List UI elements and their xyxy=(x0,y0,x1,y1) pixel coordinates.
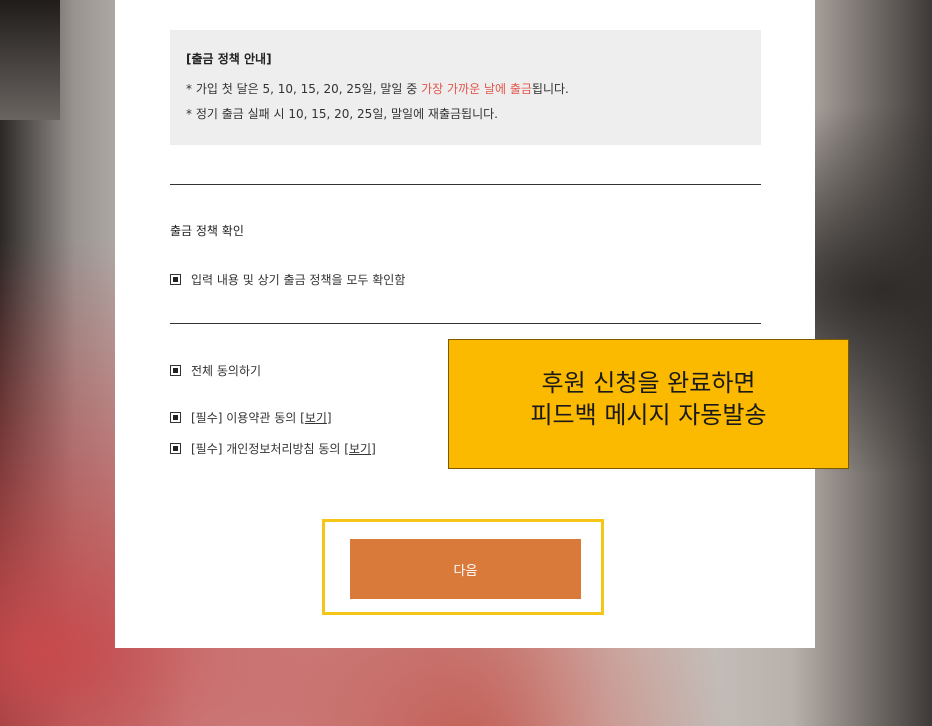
privacy-checkbox[interactable] xyxy=(170,443,181,454)
divider xyxy=(170,184,761,185)
privacy-label-prefix: [필수] 개인정보처리방침 동의 [ xyxy=(191,442,349,456)
callout-line-2: 피드백 메시지 자동발송 xyxy=(530,401,767,429)
callout-box: 후원 신청을 완료하면 피드백 메시지 자동발송 xyxy=(448,339,849,469)
privacy-view-link[interactable]: 보기 xyxy=(349,442,371,456)
privacy-checkbox-row[interactable]: [필수] 개인정보처리방침 동의 [보기] xyxy=(170,440,376,457)
privacy-label-suffix: ] xyxy=(371,442,376,456)
agree-all-label: 전체 동의하기 xyxy=(191,364,262,378)
privacy-label: [필수] 개인정보처리방침 동의 [보기] xyxy=(191,440,376,457)
policy-line-1: * 가입 첫 달은 5, 10, 15, 20, 25일, 말일 중 가장 가까… xyxy=(186,80,569,97)
agree-all-checkbox-row[interactable]: 전체 동의하기 xyxy=(170,362,261,379)
terms-label-prefix: [필수] 이용약관 동의 [ xyxy=(191,411,305,425)
confirm-policy-checkbox-row[interactable]: 입력 내용 및 상기 출금 정책을 모두 확인함 xyxy=(170,271,405,288)
withdrawal-policy-box: [출금 정책 안내] * 가입 첫 달은 5, 10, 15, 20, 25일,… xyxy=(170,30,761,145)
policy-line-2: * 정기 출금 실패 시 10, 15, 20, 25일, 말일에 재출금됩니다… xyxy=(186,107,498,121)
callout-text: 후원 신청을 완료하면 피드백 메시지 자동발송 xyxy=(449,367,848,431)
policy-line-1-prefix: * 가입 첫 달은 5, 10, 15, 20, 25일, 말일 중 xyxy=(186,82,422,96)
policy-line-1-suffix: 됩니다. xyxy=(531,82,569,96)
agree-all-checkbox[interactable] xyxy=(170,365,181,376)
next-button[interactable]: 다음 xyxy=(350,539,581,599)
confirm-section-title: 출금 정책 확인 xyxy=(170,224,244,238)
policy-highlight: 가장 가까운 날에 출금 xyxy=(421,82,532,96)
callout-line-1: 후원 신청을 완료하면 xyxy=(541,369,756,397)
background-blur xyxy=(0,0,60,120)
terms-view-link[interactable]: 보기 xyxy=(305,411,327,425)
confirm-policy-checkbox[interactable] xyxy=(170,274,181,285)
terms-label: [필수] 이용약관 동의 [보기] xyxy=(191,409,332,426)
confirm-policy-label: 입력 내용 및 상기 출금 정책을 모두 확인함 xyxy=(191,273,406,287)
divider xyxy=(170,323,761,324)
next-button-highlight: 다음 xyxy=(322,519,604,615)
terms-checkbox-row[interactable]: [필수] 이용약관 동의 [보기] xyxy=(170,409,332,426)
terms-label-suffix: ] xyxy=(326,411,332,425)
policy-title: [출금 정책 안내] xyxy=(186,52,272,66)
terms-checkbox[interactable] xyxy=(170,412,181,423)
form-card: [출금 정책 안내] * 가입 첫 달은 5, 10, 15, 20, 25일,… xyxy=(115,0,815,648)
